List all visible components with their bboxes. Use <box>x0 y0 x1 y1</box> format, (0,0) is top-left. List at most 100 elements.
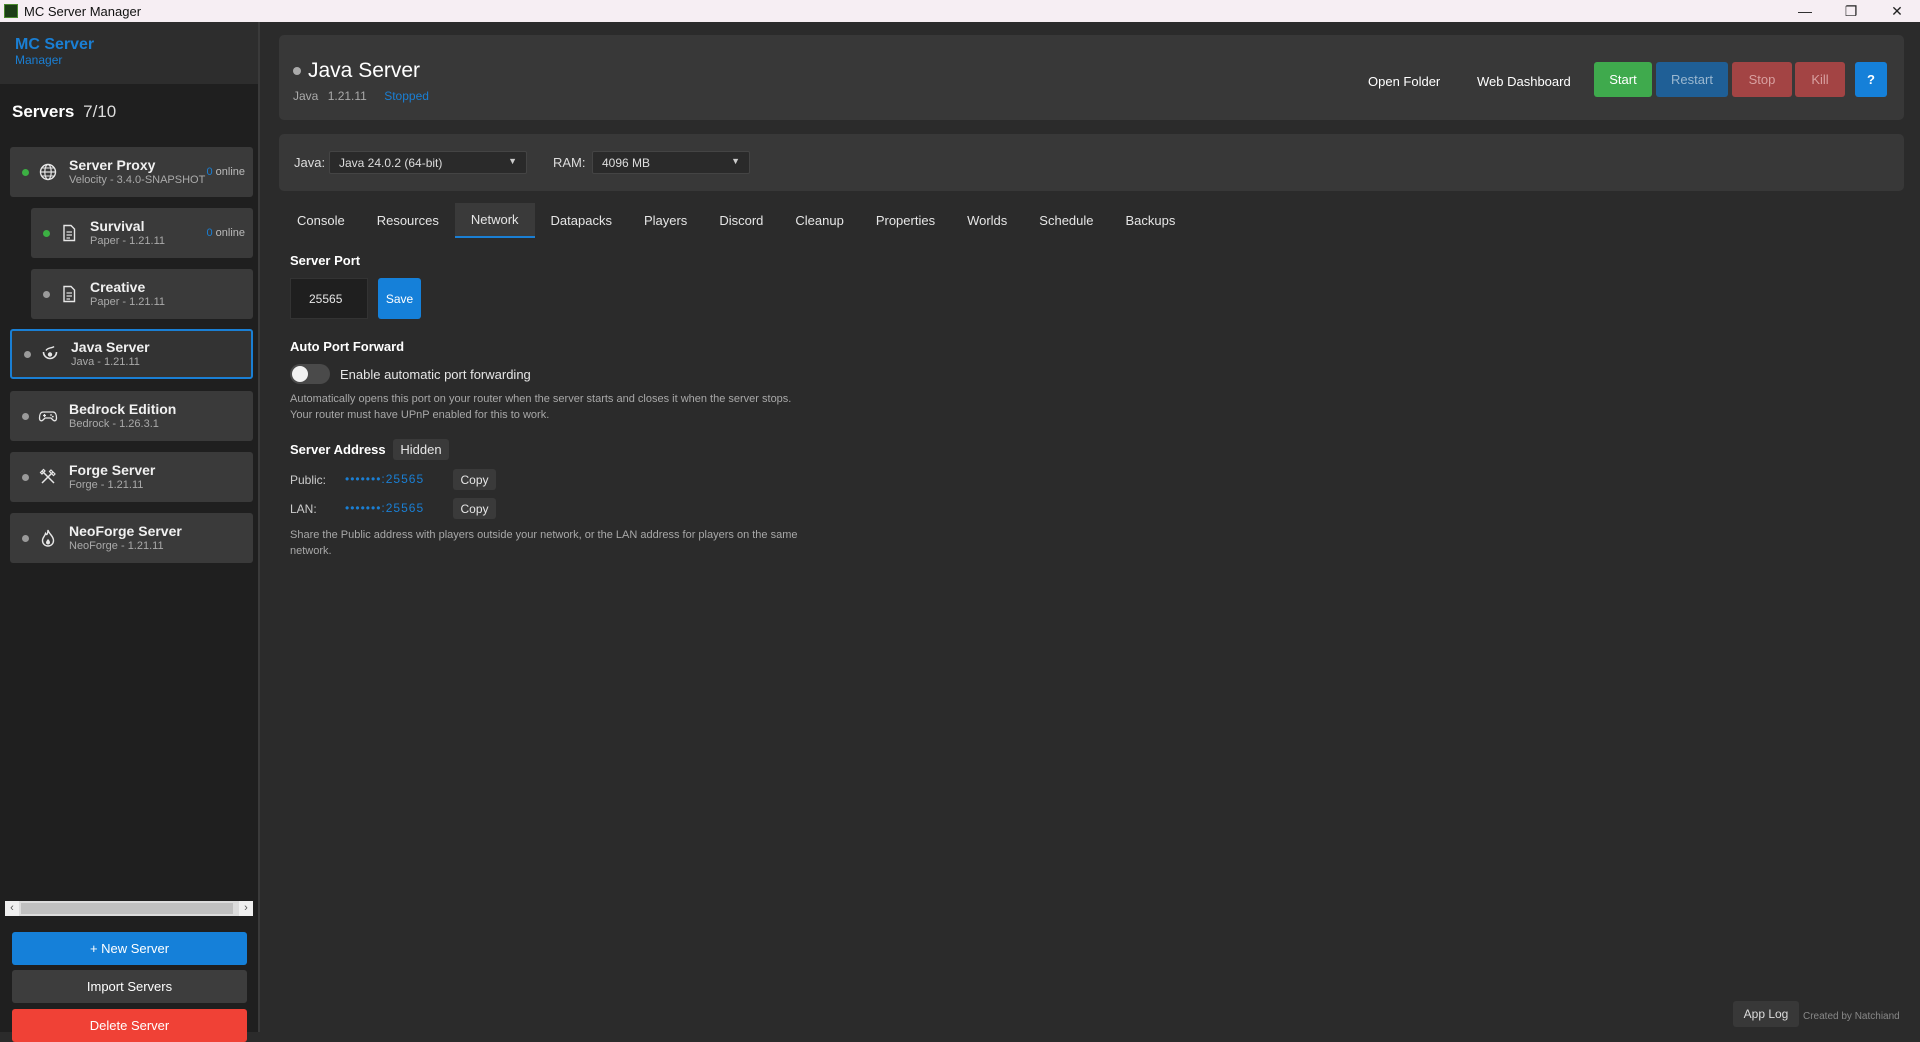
document-icon <box>63 224 76 242</box>
server-status: Stopped <box>384 89 429 103</box>
tab-worlds[interactable]: Worlds <box>951 203 1023 238</box>
document-icon <box>63 285 76 303</box>
server-version: Bedrock - 1.26.3.1 <box>69 418 159 430</box>
server-card-bedrock[interactable]: Bedrock Edition Bedrock - 1.26.3.1 <box>10 391 253 441</box>
globe-icon <box>39 163 57 181</box>
server-card-creative[interactable]: Creative Paper - 1.21.11 <box>31 269 253 319</box>
chevron-down-icon: ▼ <box>508 156 517 166</box>
tab-console[interactable]: Console <box>281 203 361 238</box>
server-card-forge[interactable]: Forge Server Forge - 1.21.11 <box>10 452 253 502</box>
maximize-button[interactable]: ❐ <box>1828 0 1874 22</box>
tab-players[interactable]: Players <box>628 203 703 238</box>
tab-cleanup[interactable]: Cleanup <box>779 203 859 238</box>
sidebar: MC Server Manager Servers 7/10 Server Pr… <box>0 22 260 1042</box>
open-folder-button[interactable]: Open Folder <box>1368 74 1440 89</box>
tab-datapacks[interactable]: Datapacks <box>535 203 628 238</box>
kill-button[interactable]: Kill <box>1795 62 1845 97</box>
server-card-neoforge[interactable]: NeoForge Server NeoForge - 1.21.11 <box>10 513 253 563</box>
public-address-label: Public: <box>290 473 327 487</box>
lan-address-label: LAN: <box>290 502 317 516</box>
server-version: Velocity - 3.4.0-SNAPSHOT <box>69 174 206 186</box>
server-card-java[interactable]: Java Server Java - 1.21.11 <box>10 329 253 379</box>
web-dashboard-button[interactable]: Web Dashboard <box>1477 74 1571 89</box>
status-dot <box>43 229 50 237</box>
copy-lan-button[interactable]: Copy <box>453 498 496 519</box>
server-name: Server Proxy <box>69 157 156 173</box>
java-icon <box>42 345 58 360</box>
servers-count: 7/10 <box>83 102 117 121</box>
java-label: Java: <box>294 155 326 170</box>
lan-address-value: •••••••:25565 <box>345 501 425 515</box>
server-card-survival[interactable]: Survival Paper - 1.21.11 0 online <box>31 208 253 258</box>
status-dot <box>43 290 50 298</box>
toggle-knob <box>292 366 308 382</box>
tab-schedule[interactable]: Schedule <box>1023 203 1109 238</box>
server-name: NeoForge Server <box>69 523 182 539</box>
app-log-button[interactable]: App Log <box>1733 1001 1799 1027</box>
tab-properties[interactable]: Properties <box>860 203 951 238</box>
close-button[interactable]: ✕ <box>1874 0 1920 22</box>
server-port-heading: Server Port <box>290 253 361 268</box>
chevron-down-icon: ▼ <box>731 156 740 166</box>
scrollbar-thumb[interactable] <box>21 903 233 914</box>
server-name: Bedrock Edition <box>69 401 177 417</box>
tab-backups[interactable]: Backups <box>1110 203 1192 238</box>
server-name: Survival <box>90 218 145 234</box>
status-dot <box>24 350 31 358</box>
server-version: NeoForge - 1.21.11 <box>69 540 164 552</box>
import-servers-button[interactable]: Import Servers <box>12 970 247 1003</box>
app-icon <box>4 4 18 18</box>
ram-label: RAM: <box>553 155 586 170</box>
server-name: Forge Server <box>69 462 156 478</box>
delete-server-button[interactable]: Delete Server <box>12 1009 247 1042</box>
server-address-heading: Server Address <box>290 442 386 457</box>
tab-bar: Console Resources Network Datapacks Play… <box>281 203 1191 238</box>
tab-discord[interactable]: Discord <box>703 203 779 238</box>
gamepad-icon <box>38 411 58 422</box>
tab-network[interactable]: Network <box>454 203 535 238</box>
save-port-button[interactable]: Save <box>378 278 421 319</box>
status-dot <box>22 473 29 481</box>
start-button[interactable]: Start <box>1594 62 1652 97</box>
server-header: Java Server Java 1.21.11 Stopped Open Fo… <box>279 35 1904 120</box>
address-visibility-button[interactable]: Hidden <box>393 439 449 460</box>
server-version: Paper - 1.21.11 <box>90 235 166 247</box>
online-count: 0 online <box>206 227 245 239</box>
help-button[interactable]: ? <box>1855 62 1887 97</box>
window-title: MC Server Manager <box>24 3 142 19</box>
new-server-button[interactable]: + New Server <box>12 932 247 965</box>
public-address-value: •••••••:25565 <box>345 472 425 486</box>
sidebar-horizontal-scrollbar[interactable]: ‹ › <box>5 901 253 916</box>
servers-heading: Servers 7/10 <box>0 84 258 134</box>
brand-subtitle: Manager <box>15 53 63 67</box>
server-title-text: Java Server <box>308 59 421 82</box>
server-port-input[interactable] <box>290 278 368 319</box>
auto-port-forward-heading: Auto Port Forward <box>290 339 405 354</box>
server-name: Creative <box>90 279 146 295</box>
java-select-value: Java 24.0.2 (64-bit) <box>339 156 443 170</box>
server-version: Paper - 1.21.11 <box>90 296 166 308</box>
window-controls: — ❐ ✕ <box>1782 0 1920 22</box>
servers-label: Servers <box>12 102 75 121</box>
config-bar: Java: Java 24.0.2 (64-bit) ▼ RAM: 4096 M… <box>279 134 1904 191</box>
status-dot <box>22 168 29 176</box>
server-type: Java <box>293 89 319 103</box>
minimize-button[interactable]: — <box>1782 0 1828 22</box>
port-forward-toggle[interactable] <box>290 364 330 384</box>
ram-select[interactable]: 4096 MB ▼ <box>592 151 750 174</box>
scroll-left-icon[interactable]: ‹ <box>5 901 19 916</box>
tab-resources[interactable]: Resources <box>361 203 455 238</box>
online-count: 0 online <box>206 166 245 178</box>
server-card-proxy[interactable]: Server Proxy Velocity - 3.4.0-SNAPSHOT 0… <box>10 147 253 197</box>
stop-button[interactable]: Stop <box>1732 62 1792 97</box>
server-subtitle: Java 1.21.11 Stopped <box>293 89 429 103</box>
restart-button[interactable]: Restart <box>1656 62 1728 97</box>
brand: MC Server Manager <box>0 22 258 84</box>
status-dot <box>22 412 29 420</box>
copy-public-button[interactable]: Copy <box>453 469 496 490</box>
scroll-right-icon[interactable]: › <box>239 901 253 916</box>
flame-icon <box>41 529 55 547</box>
server-version: Forge - 1.21.11 <box>69 479 144 491</box>
server-title: Java Server <box>293 59 420 83</box>
java-select[interactable]: Java 24.0.2 (64-bit) ▼ <box>329 151 527 174</box>
